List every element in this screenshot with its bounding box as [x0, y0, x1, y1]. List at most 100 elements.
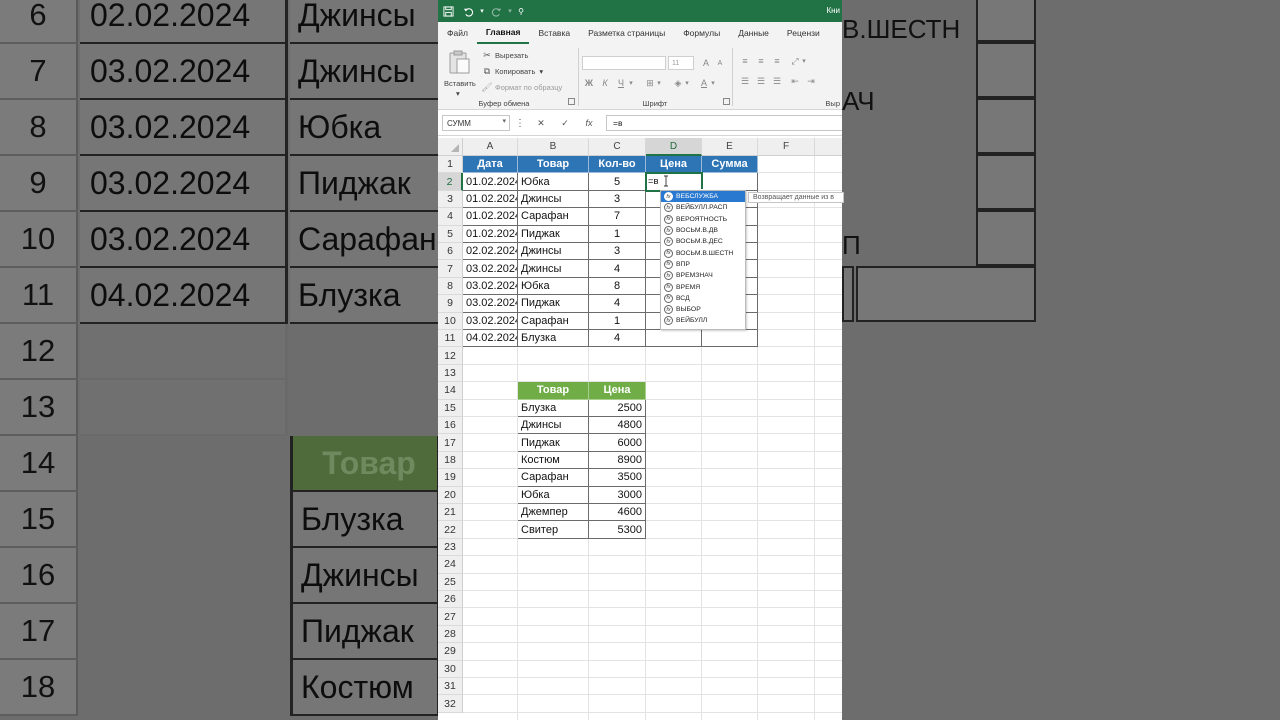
ribbon-tab[interactable]: Формулы — [674, 22, 729, 44]
autocomplete-item[interactable]: fx ВЕБСЛУЖБА — [661, 191, 745, 203]
sales-cell[interactable]: Пиджак — [518, 295, 589, 313]
row-header-17[interactable]: 17 — [438, 434, 463, 452]
sales-cell[interactable]: Сарафан — [518, 312, 589, 330]
price-cell[interactable]: 5300 — [589, 521, 646, 539]
row-header-14[interactable]: 14 — [438, 382, 463, 400]
price-cell[interactable]: 4600 — [589, 504, 646, 522]
align-middle-icon[interactable]: ≡ — [754, 54, 768, 68]
select-all-corner[interactable] — [438, 138, 463, 156]
price-cell[interactable]: Блузка — [518, 399, 589, 417]
autocomplete-item[interactable]: fx ВОСЬМ.В.ДЕС — [661, 236, 745, 247]
price-cell[interactable]: Костюм — [518, 451, 589, 470]
formula-options-icon[interactable]: ⋮ — [515, 115, 525, 131]
column-header-a[interactable]: A — [463, 138, 518, 156]
autocomplete-item[interactable]: fx ВЕРОЯТНОСТЬ — [661, 214, 745, 225]
name-box[interactable]: СУММ ▾ — [442, 115, 510, 131]
insert-function-icon[interactable]: fx — [578, 115, 600, 131]
row-header-26[interactable]: 26 — [438, 591, 463, 609]
sales-cell[interactable]: 04.02.2024 — [463, 330, 518, 348]
save-button[interactable] — [438, 0, 458, 22]
sales-cell[interactable]: 3 — [589, 243, 646, 261]
row-header-30[interactable]: 30 — [438, 660, 463, 678]
autocomplete-item[interactable]: fx ВСД — [661, 293, 745, 304]
sales-cell[interactable]: 4 — [589, 295, 646, 313]
row-header-5[interactable]: 5 — [438, 225, 463, 243]
column-header-d[interactable]: D — [646, 138, 702, 156]
decrease-indent-icon[interactable]: ⇤ — [788, 74, 802, 88]
sales-cell[interactable]: 7 — [589, 208, 646, 226]
sales-cell-empty[interactable] — [702, 330, 758, 348]
price-cell[interactable]: Джемпер — [518, 504, 589, 522]
align-top-icon[interactable]: ≡ — [738, 54, 752, 68]
row-header-6[interactable]: 6 — [438, 243, 463, 261]
price-cell[interactable]: 3000 — [589, 486, 646, 504]
autocomplete-item[interactable]: fx ВПР — [661, 259, 745, 270]
ribbon-tab[interactable]: Файл — [438, 22, 477, 44]
price-header-cell[interactable]: Цена — [589, 382, 646, 400]
paste-icon[interactable] — [446, 49, 472, 75]
price-cell[interactable]: Сарафан — [518, 469, 589, 487]
align-bottom-icon[interactable]: ≡ — [770, 54, 784, 68]
undo-dropdown[interactable]: ▾ — [478, 0, 486, 22]
align-right-icon[interactable]: ☰ — [770, 74, 784, 88]
copy-button[interactable]: ⧉ Копировать ▾ — [482, 66, 543, 76]
price-header-cell[interactable]: Товар — [518, 382, 589, 400]
sales-cell[interactable]: 1 — [589, 225, 646, 243]
ribbon-tab[interactable]: Вставка — [529, 22, 579, 44]
sales-cell[interactable]: Джинсы — [518, 260, 589, 278]
sales-cell[interactable]: Джинсы — [518, 190, 589, 209]
row-header-29[interactable]: 29 — [438, 643, 463, 661]
paste-button[interactable]: Вставить — [444, 79, 476, 88]
row-header-9[interactable]: 9 — [438, 295, 463, 313]
format-painter-button[interactable]: 🖌 Формат по образцу — [481, 82, 562, 92]
sales-cell[interactable]: 03.02.2024 — [463, 295, 518, 313]
sales-cell[interactable]: 01.02.2024 — [463, 208, 518, 226]
price-cell[interactable]: Джинсы — [518, 417, 589, 435]
sales-cell[interactable]: 4 — [589, 330, 646, 348]
row-header-24[interactable]: 24 — [438, 556, 463, 574]
sales-cell[interactable]: Джинсы — [518, 243, 589, 261]
align-left-icon[interactable]: ☰ — [738, 74, 752, 88]
font-dialog-launcher[interactable] — [723, 98, 730, 105]
row-header-20[interactable]: 20 — [438, 486, 463, 504]
paste-dropdown[interactable]: ▾ — [456, 89, 460, 98]
row-header-7[interactable]: 7 — [438, 260, 463, 278]
decrease-font-icon[interactable]: A — [713, 56, 727, 70]
sales-cell[interactable]: Пиджак — [518, 225, 589, 243]
sales-cell[interactable]: 01.02.2024 — [463, 190, 518, 209]
row-header-10[interactable]: 10 — [438, 312, 463, 330]
sales-cell[interactable]: 03.02.2024 — [463, 260, 518, 278]
cancel-icon[interactable]: ✕ — [530, 115, 552, 131]
autocomplete-item[interactable]: fx ВОСЬМ.В.ДВ — [661, 225, 745, 236]
sales-header-cell[interactable]: Дата — [463, 156, 518, 174]
price-cell[interactable]: 2500 — [589, 399, 646, 417]
sales-cell[interactable]: 03.02.2024 — [463, 277, 518, 296]
autocomplete-item[interactable]: fx ВЫБОР — [661, 304, 745, 315]
row-header-19[interactable]: 19 — [438, 469, 463, 487]
align-center-icon[interactable]: ☰ — [754, 74, 768, 88]
italic-button[interactable]: К — [598, 76, 612, 90]
row-header-28[interactable]: 28 — [438, 625, 463, 644]
sales-header-cell[interactable]: Кол-во — [589, 156, 646, 174]
underline-button[interactable]: Ч — [614, 76, 628, 90]
sales-cell-empty[interactable] — [646, 330, 702, 348]
clipboard-dialog-launcher[interactable] — [568, 98, 575, 105]
sales-cell[interactable]: 4 — [589, 260, 646, 278]
cut-button[interactable]: ✂ Вырезать — [482, 50, 528, 60]
formula-input[interactable]: =в — [606, 115, 842, 131]
row-header-11[interactable]: 11 — [438, 330, 463, 348]
row-header-18[interactable]: 18 — [438, 451, 463, 470]
ribbon-tab[interactable]: Рецензи — [778, 22, 829, 44]
increase-font-icon[interactable]: A — [699, 56, 713, 70]
redo-button[interactable] — [486, 0, 506, 22]
ribbon-tab[interactable]: Разметка страницы — [579, 22, 674, 44]
increase-indent-icon[interactable]: ⇥ — [804, 74, 818, 88]
autocomplete-item[interactable]: fx ВОСЬМ.В.ШЕСТН — [661, 247, 745, 258]
sales-cell[interactable]: 1 — [589, 312, 646, 330]
price-cell[interactable]: 8900 — [589, 451, 646, 470]
column-header-b[interactable]: B — [518, 138, 589, 156]
column-header-c[interactable]: C — [589, 138, 646, 156]
sales-cell[interactable]: Блузка — [518, 330, 589, 348]
enter-icon[interactable]: ✓ — [554, 115, 576, 131]
row-header-3[interactable]: 3 — [438, 190, 463, 209]
